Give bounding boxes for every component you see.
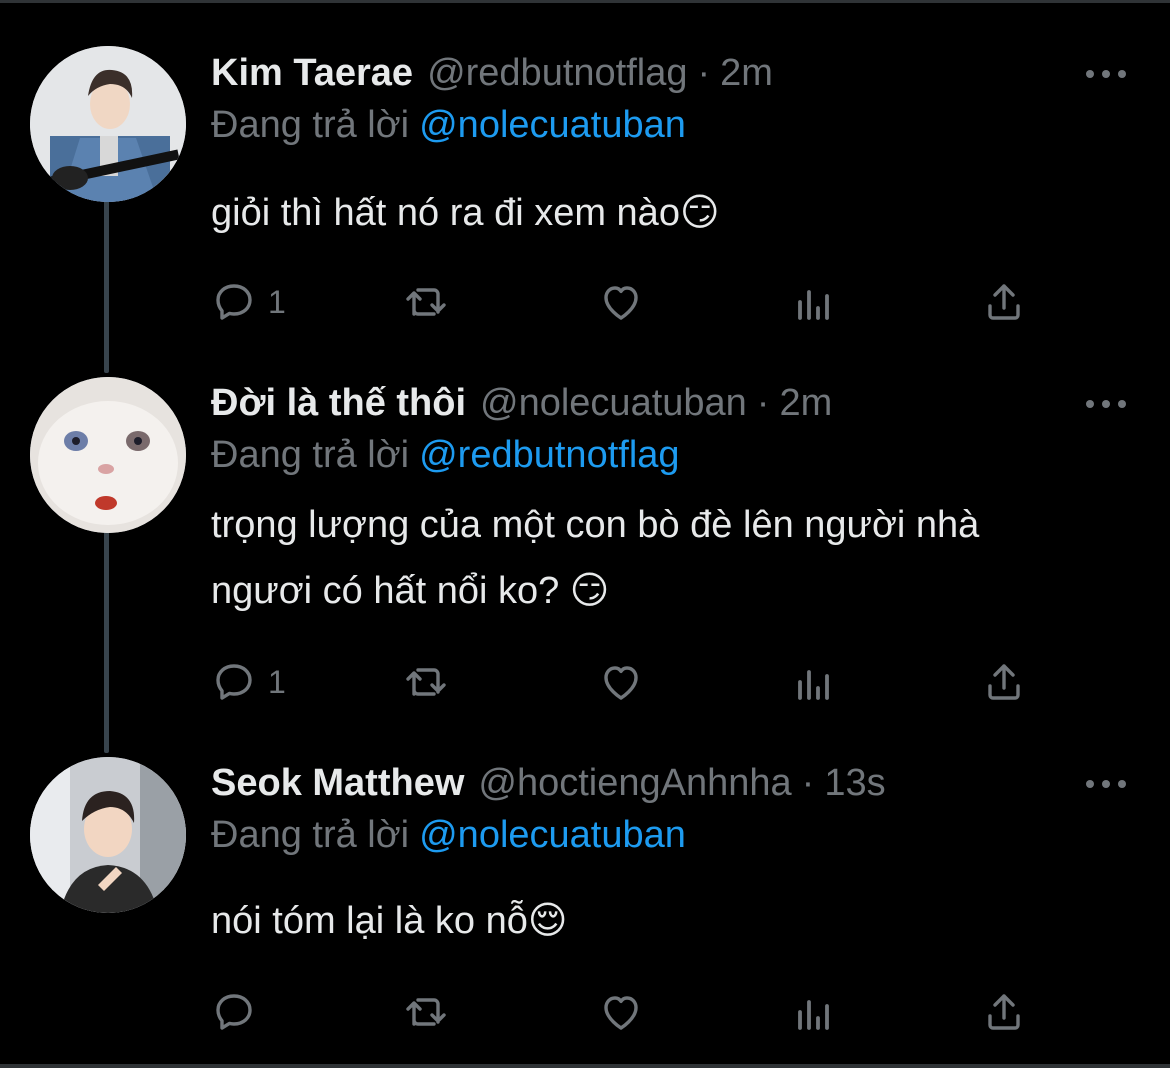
mention-link[interactable]: @redbutnotflag [419, 434, 679, 476]
reply-icon [216, 664, 252, 700]
replying-label: Đang trả lời [211, 104, 410, 146]
avatar[interactable] [30, 46, 186, 202]
avatar[interactable] [30, 377, 186, 533]
views-button[interactable] [790, 278, 838, 326]
user-handle[interactable]: @hoctiengAnhnha [478, 762, 791, 805]
share-icon [988, 284, 1020, 320]
tweet-text: nói tóm lại là ko nỗ😌 [211, 900, 568, 942]
bottom-divider [0, 1064, 1170, 1068]
retweet-icon [406, 288, 446, 316]
retweet-button[interactable] [402, 658, 450, 706]
retweet-button[interactable] [402, 988, 450, 1036]
timestamp[interactable]: 2m [720, 52, 773, 95]
heart-icon [604, 666, 638, 700]
display-name[interactable]: Đời là thế thôi [211, 382, 466, 425]
tweet-actions [210, 988, 1050, 1036]
reply-count: 1 [268, 283, 286, 320]
tweet-actions: 1 [210, 278, 1050, 326]
share-button[interactable] [980, 988, 1028, 1036]
tweet-text: giỏi thì hất nó ra đi xem nào😏 [211, 192, 720, 234]
separator-dot: · [801, 762, 815, 804]
like-button[interactable] [597, 658, 645, 706]
reply-button[interactable]: 1 [210, 658, 286, 706]
tweet[interactable]: Đời là thế thôi @nolecuatuban · 2m Đang … [0, 360, 1170, 740]
reply-icon [216, 284, 252, 320]
like-button[interactable] [597, 278, 645, 326]
mention-link[interactable]: @nolecuatuban [419, 104, 686, 146]
avatar-image [30, 757, 186, 913]
timestamp[interactable]: 2m [779, 382, 832, 425]
reply-button[interactable] [210, 988, 268, 1036]
tweet[interactable]: Seok Matthew @hoctiengAnhnha · 13s Đang … [0, 740, 1170, 1064]
tweet-text-line: ngươi có hất nổi ko? 😏 [211, 570, 610, 612]
more-icon[interactable] [1086, 394, 1126, 414]
display-name[interactable]: Seok Matthew [211, 762, 464, 805]
replying-label: Đang trả lời [211, 814, 410, 856]
replying-label: Đang trả lời [211, 434, 410, 476]
avatar-image [30, 46, 186, 202]
display-name[interactable]: Kim Taerae [211, 52, 413, 95]
replying-to: Đang trả lời @nolecuatuban [211, 104, 686, 147]
user-handle[interactable]: @nolecuatuban [480, 382, 747, 425]
user-handle[interactable]: @redbutnotflag [427, 52, 687, 95]
reply-count: 1 [268, 663, 286, 700]
share-icon [988, 664, 1020, 700]
analytics-icon [798, 670, 829, 700]
tweet-header: Seok Matthew @hoctiengAnhnha · 13s [211, 762, 886, 810]
heart-icon [604, 286, 638, 320]
tweet-header: Kim Taerae @redbutnotflag · 2m [211, 52, 773, 100]
tweet[interactable]: Kim Taerae @redbutnotflag · 2m Đang trả … [0, 0, 1170, 360]
separator-dot: · [697, 52, 711, 94]
more-icon[interactable] [1086, 774, 1126, 794]
views-button[interactable] [790, 658, 838, 706]
mention-link[interactable]: @nolecuatuban [419, 814, 686, 856]
replying-to: Đang trả lời @redbutnotflag [211, 434, 680, 477]
retweet-icon [406, 998, 446, 1026]
reply-icon [216, 994, 252, 1030]
share-button[interactable] [980, 278, 1028, 326]
analytics-icon [798, 1000, 829, 1030]
retweet-button[interactable] [402, 278, 450, 326]
tweet-text: trọng lượng của một con bò đè lên người … [211, 492, 1131, 624]
share-icon [988, 994, 1020, 1030]
tweet-header: Đời là thế thôi @nolecuatuban · 2m [211, 382, 832, 430]
tweet-text-line: trọng lượng của một con bò đè lên người … [211, 504, 980, 546]
separator-dot: · [756, 382, 770, 424]
avatar[interactable] [30, 757, 186, 913]
replying-to: Đang trả lời @nolecuatuban [211, 814, 686, 857]
retweet-icon [406, 668, 446, 696]
reply-button[interactable]: 1 [210, 278, 286, 326]
like-button[interactable] [597, 988, 645, 1036]
share-button[interactable] [980, 658, 1028, 706]
analytics-icon [798, 290, 829, 320]
heart-icon [604, 996, 638, 1030]
views-button[interactable] [790, 988, 838, 1036]
timestamp[interactable]: 13s [824, 762, 885, 805]
more-icon[interactable] [1086, 64, 1126, 84]
avatar-image [30, 377, 186, 533]
tweet-actions: 1 [210, 658, 1050, 706]
